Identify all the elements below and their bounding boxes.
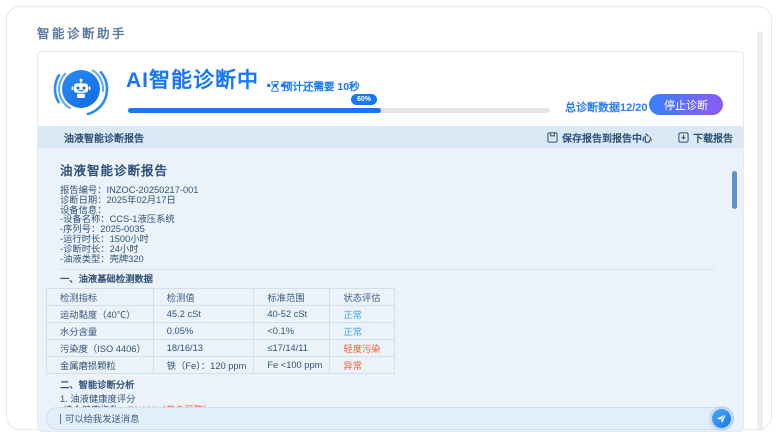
report-meta-line: -运行时长：1500小时 [60, 233, 149, 244]
save-report-label: 保存报告到报告中心 [562, 133, 652, 145]
section2-title: 二、智能诊断分析 [60, 380, 135, 391]
status-badge: 正常 [329, 305, 396, 324]
save-report-button[interactable]: 保存报告到报告中心 [547, 130, 652, 145]
diagnosis-panel: AI智能诊断中 ... 预计还需要 10秒 60% 总诊断数据12/20 停止诊… [37, 51, 744, 432]
page-title: 智能诊断助手 [37, 27, 128, 41]
dialog-card: 智能诊断助手 AI智能诊断中 ... 预计还需要 10秒 60% 总诊断数据12… [6, 6, 772, 432]
section1-title: 一、油液基础检测数据 [60, 274, 153, 285]
content-scrollbar[interactable] [732, 171, 737, 209]
report-meta-line: -油液类型：壳牌320 [60, 253, 144, 264]
message-input[interactable] [47, 408, 733, 429]
download-icon [678, 131, 689, 143]
robot-icon [62, 70, 100, 108]
robot-avatar [52, 60, 110, 118]
analysis-line: 1. 油液健康度评分 [60, 394, 136, 405]
toolbar-actions: 保存报告到报告中心 下载报告 [547, 130, 733, 145]
cell-range: Fe <100 ppm [253, 356, 331, 375]
cell-indicator: 污染度（ISO 4406） [46, 339, 154, 358]
table-row: 运动黏度（40℃） 45.2 cSt 40-52 cSt 正常 [46, 305, 396, 324]
download-report-label: 下载报告 [693, 133, 733, 145]
status-badge: 正常 [329, 322, 396, 341]
window-scrollbar-track[interactable] [757, 31, 763, 431]
eta-text-row: 预计还需要 10秒 [271, 79, 360, 94]
cell-range: <0.1% [253, 322, 331, 341]
cell-value: 0.05% [152, 322, 255, 341]
status-badge: 轻度污染 [329, 339, 396, 358]
cell-indicator: 金属磨损颗粒 [46, 356, 154, 375]
cell-value: 铁（Fe）：120 ppm [152, 356, 255, 375]
status-badge: 异常 [329, 356, 396, 375]
table-row: 污染度（ISO 4406） 18/16/13 ≤17/14/11 轻度污染 [46, 339, 396, 358]
table-row: 水分含量 0.05% <0.1% 正常 [46, 322, 396, 341]
cell-indicator: 运动黏度（40℃） [46, 305, 154, 324]
cell-range: ≤17/14/11 [253, 339, 331, 358]
col-header-value: 检测值 [152, 288, 255, 307]
total-data-label: 总诊断数据12/20 [565, 102, 648, 114]
send-button[interactable] [712, 409, 731, 428]
separator [60, 269, 715, 271]
cell-value: 18/16/13 [152, 339, 255, 358]
table-header-row: 检测指标 检测值 标准范围 状态评估 [46, 288, 396, 307]
cell-indicator: 水分含量 [46, 322, 154, 341]
hourglass-icon [271, 81, 279, 92]
progress-percent-badge: 60% [351, 94, 378, 105]
report-meta-line: -诊断时长：24小时 [60, 243, 139, 254]
report-content: 油液智能诊断报告 报告编号：INZOC-20250217-001 诊断日期：20… [38, 148, 743, 431]
send-icon [716, 413, 727, 424]
diagnosis-header: AI智能诊断中 ... 预计还需要 10秒 60% 总诊断数据12/20 停止诊… [38, 52, 743, 126]
report-toolbar: 油液智能诊断报告 保存报告到报告中心 下载报告 [38, 126, 743, 148]
report-tab[interactable]: 油液智能诊断报告 [64, 130, 144, 145]
report-meta-line: 诊断日期：2025年02月17日 [60, 194, 176, 205]
download-report-button[interactable]: 下载报告 [678, 130, 733, 145]
col-header-indicator: 检测指标 [46, 288, 154, 307]
message-input-bar [46, 407, 734, 430]
col-header-range: 标准范围 [253, 288, 331, 307]
stop-diagnosis-button[interactable]: 停止诊断 [649, 94, 723, 115]
detection-table: 检测指标 检测值 标准范围 状态评估 运动黏度（40℃） 45.2 cSt 40… [46, 288, 396, 375]
diagnosing-title: AI智能诊断中 ... [126, 69, 287, 92]
save-report-icon [547, 131, 558, 143]
report-meta-line: -序列号：2025-0035 [60, 224, 145, 235]
col-header-status: 状态评估 [329, 288, 396, 307]
cell-value: 45.2 cSt [152, 305, 255, 324]
eta-label: 预计还需要 10秒 [282, 81, 360, 93]
progress-fill [128, 108, 382, 113]
cell-range: 40-52 cSt [253, 305, 331, 324]
progress-bar [128, 108, 550, 113]
table-row: 金属磨损颗粒 铁（Fe）：120 ppm Fe <100 ppm 异常 [46, 356, 396, 375]
report-title: 油液智能诊断报告 [60, 164, 169, 178]
report-meta-line: -设备名称：CCS-1液压系统 [60, 214, 175, 225]
